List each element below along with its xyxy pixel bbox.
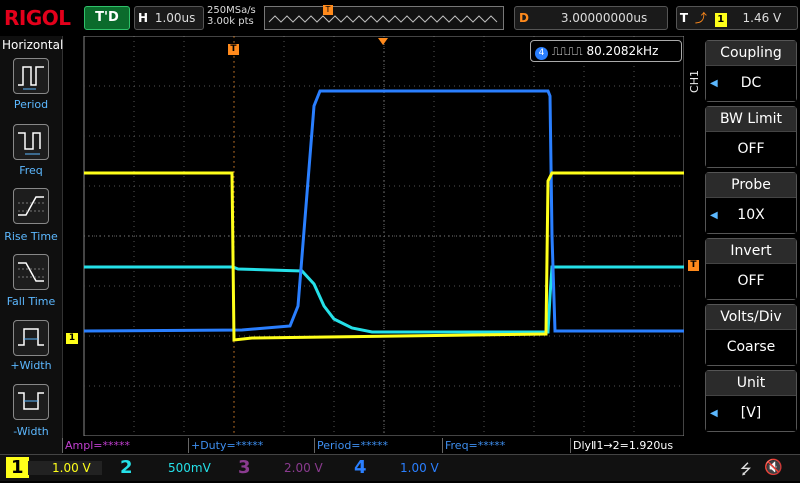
rising-edge-icon: ⤴ <box>694 11 707 25</box>
unit-menu[interactable]: Unit ◀ [V] <box>705 370 797 432</box>
trigger-label: T <box>679 11 689 25</box>
coupling-title: Coupling <box>706 41 796 66</box>
trigger-box[interactable]: T ⤴ 1 1.46 V <box>676 6 798 30</box>
memory-overview-wave <box>268 15 498 23</box>
neg-width-label: -Width <box>13 425 49 438</box>
neg-width-button[interactable] <box>13 384 49 420</box>
delay-measurement[interactable]: DlyⅡ1→2=1.920us <box>570 438 697 453</box>
duty-measurement[interactable]: +Duty=***** <box>188 438 315 453</box>
delay-label: D <box>519 11 529 25</box>
bw-limit-value: OFF <box>737 141 765 157</box>
memory-overview[interactable]: T <box>264 5 504 30</box>
period-icon <box>18 66 44 90</box>
coupling-value: DC <box>740 75 762 91</box>
speaker-muted-icon[interactable]: 🔇 <box>764 458 783 476</box>
fall-time-icon <box>18 262 44 282</box>
freq-label: Freq <box>19 164 43 177</box>
delay-value: 3.00000000us <box>560 11 648 25</box>
rise-time-icon <box>18 196 44 216</box>
ch2-scale[interactable]: 500mV <box>142 461 220 475</box>
top-status-bar: RIGOL T'D H 1.00us 250MSa/s 3.00k pts T … <box>0 0 800 36</box>
freq-icon <box>18 132 41 155</box>
period-button[interactable] <box>13 58 49 94</box>
invert-title: Invert <box>706 239 796 264</box>
unit-value: [V] <box>740 405 762 421</box>
left-arrow-icon: ◀ <box>710 210 718 221</box>
memory-trigger-marker: T <box>323 5 333 15</box>
rigol-logo: RIGOL <box>4 6 71 30</box>
freq-button[interactable] <box>13 124 49 160</box>
fall-time-label: Fall Time <box>6 295 56 308</box>
period-label: Period <box>13 98 49 111</box>
probe-value: 10X <box>737 207 765 223</box>
measurement-bar: Ampl=***** +Duty=***** Period=***** Freq… <box>62 438 700 454</box>
ch4-number[interactable]: 4 <box>354 457 367 478</box>
freq-measurement[interactable]: Freq=***** <box>442 438 569 453</box>
pos-width-label: +Width <box>10 359 52 372</box>
bw-limit-title: BW Limit <box>706 107 796 132</box>
trigger-position-marker[interactable]: T <box>228 44 239 55</box>
memory-depth: 3.00k pts <box>207 16 254 27</box>
ch1-offset-marker[interactable]: 1 <box>66 333 78 344</box>
ch4-scale[interactable]: 1.00 V <box>374 461 460 475</box>
timebase-value: 1.00us <box>154 11 196 25</box>
invert-menu[interactable]: Invert OFF <box>705 238 797 300</box>
pos-width-button[interactable] <box>13 320 49 356</box>
volts-div-menu[interactable]: Volts/Div Coarse <box>705 304 797 366</box>
left-arrow-icon: ◀ <box>710 408 718 419</box>
period-measurement[interactable]: Period=***** <box>314 438 441 453</box>
rise-time-label: Rise Time <box>4 230 58 243</box>
ch1-scale[interactable]: 1.00 V <box>28 461 102 475</box>
trigger-status-badge[interactable]: T'D <box>84 6 130 30</box>
trigger-level-marker[interactable]: T <box>688 260 699 271</box>
bw-limit-menu[interactable]: BW Limit OFF <box>705 106 797 168</box>
neg-width-icon <box>18 392 44 410</box>
center-marker <box>378 38 388 45</box>
horizontal-label: H <box>137 11 149 25</box>
channel-status-bar: 1 1.00 V 2 500mV 3 2.00 V 4 1.00 V ⭍ 🔇 <box>0 454 800 481</box>
delay-box[interactable]: D 3.00000000us <box>514 6 668 30</box>
ch4-badge: 4 <box>535 47 548 60</box>
volts-div-title: Volts/Div <box>706 305 796 330</box>
rise-time-button[interactable] <box>13 188 49 224</box>
frequency-value: 80.2082kHz <box>586 44 659 58</box>
fall-time-button[interactable] <box>13 254 49 290</box>
usb-icon: ⭍ <box>740 462 752 478</box>
ch3-scale[interactable]: 2.00 V <box>258 461 340 475</box>
panel-title: Horizontal <box>2 38 64 52</box>
probe-menu[interactable]: Probe ◀ 10X <box>705 172 797 234</box>
timebase-box[interactable]: H 1.00us <box>134 6 204 30</box>
coupling-menu[interactable]: Coupling ◀ DC <box>705 40 797 102</box>
horizontal-measure-panel: Horizontal Period Freq Rise Time Fall Ti… <box>0 36 63 454</box>
trigger-level: 1.46 V <box>742 11 782 25</box>
ch3-number[interactable]: 3 <box>238 457 251 478</box>
channel-menu-panel: Coupling ◀ DC BW Limit OFF Probe ◀ 10X Inv… <box>700 36 800 454</box>
pos-width-icon <box>18 328 44 346</box>
probe-title: Probe <box>706 173 796 198</box>
sample-rate: 250MSa/s <box>207 5 256 16</box>
square-wave-icon: ⎍⎍⎍⎍ <box>551 45 583 58</box>
left-arrow-icon: ◀ <box>710 78 718 89</box>
frequency-readout: 4 ⎍⎍⎍⎍ 80.2082kHz <box>530 40 682 62</box>
unit-title: Unit <box>706 371 796 396</box>
ch2-number[interactable]: 2 <box>120 457 133 478</box>
trigger-source-badge: 1 <box>714 13 727 27</box>
waveform-display[interactable] <box>62 36 684 436</box>
ch1-number[interactable]: 1 <box>6 457 29 478</box>
graticule <box>83 36 684 436</box>
ampl-measurement[interactable]: Ampl=***** <box>62 438 189 453</box>
acquisition-info: 250MSa/s 3.00k pts <box>207 5 256 27</box>
volts-div-value: Coarse <box>726 339 776 355</box>
invert-value: OFF <box>737 273 765 289</box>
